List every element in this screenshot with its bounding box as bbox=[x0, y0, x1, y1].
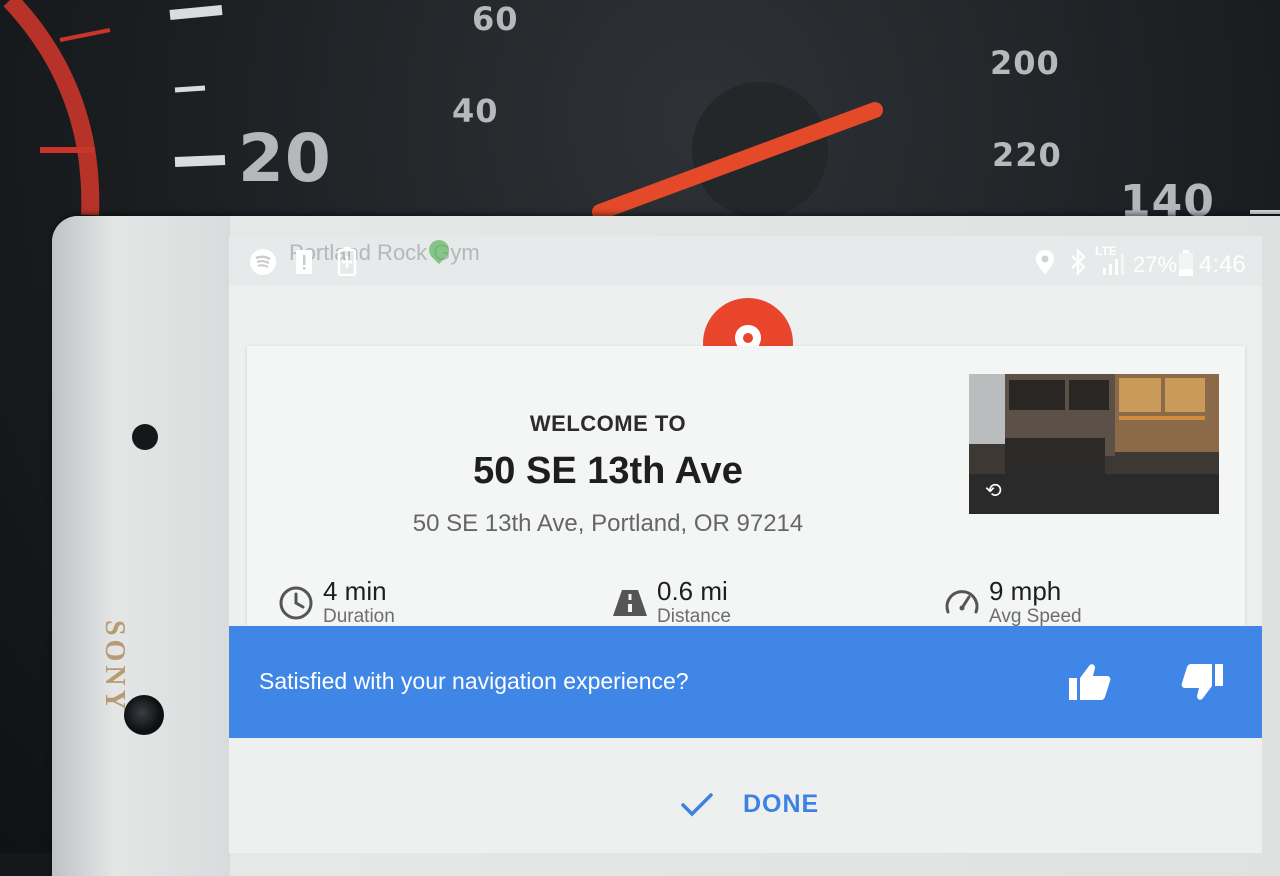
phone-brand-logo: SONY bbox=[99, 620, 130, 714]
checkmark-icon bbox=[681, 793, 713, 817]
feedback-banner: Satisfied with your navigation experienc… bbox=[229, 626, 1262, 738]
speedometer-icon bbox=[945, 590, 979, 614]
gauge-cluster bbox=[3, 0, 1280, 220]
road-icon bbox=[613, 590, 647, 616]
phone-bezel: SONY bbox=[52, 216, 230, 876]
street-view-image bbox=[969, 374, 1219, 514]
clock-time: 4:46 bbox=[1199, 251, 1246, 278]
battery-icon bbox=[1179, 250, 1193, 276]
duration-value: 4 min bbox=[323, 576, 387, 606]
signal-icon bbox=[1103, 254, 1124, 275]
destination-address: 50 SE 13th Ave, Portland, OR 97214 bbox=[412, 510, 804, 537]
feedback-question: Satisfied with your navigation experienc… bbox=[259, 668, 689, 694]
location-icon bbox=[1036, 250, 1054, 274]
battery-saver-icon bbox=[337, 247, 357, 276]
thumbs-down-icon[interactable] bbox=[1179, 660, 1225, 704]
thumbs-up-icon[interactable] bbox=[1067, 660, 1113, 704]
done-label: DONE bbox=[743, 789, 820, 818]
done-button[interactable]: DONE bbox=[679, 784, 819, 824]
distance-label: Distance bbox=[657, 606, 731, 627]
bluetooth-icon bbox=[1071, 249, 1086, 275]
street-view-thumbnail[interactable]: ⟲ bbox=[969, 374, 1219, 514]
avg-speed-stat: 9 mph Avg Speed bbox=[943, 574, 1143, 627]
avg-speed-value: 9 mph bbox=[989, 576, 1062, 606]
distance-stat: 0.6 mi Distance bbox=[611, 574, 811, 627]
tachometer-label: 220 bbox=[992, 136, 1062, 174]
proximity-sensor bbox=[132, 424, 158, 450]
destination-title: 50 SE 13th Ave bbox=[473, 450, 743, 492]
phone-screen: Portland Rock Gym LTE 27% 4:46 WELCOME T… bbox=[229, 236, 1262, 853]
rotate-360-icon: ⟲ bbox=[985, 480, 1002, 502]
speedometer-label: 40 bbox=[452, 92, 499, 130]
speedometer-label: 20 bbox=[238, 120, 332, 197]
tachometer-label: 200 bbox=[990, 44, 1060, 82]
battery-percent: 27% bbox=[1133, 252, 1178, 277]
duration-label: Duration bbox=[323, 606, 395, 627]
clock-icon bbox=[279, 586, 313, 620]
welcome-label: WELCOME TO bbox=[529, 411, 687, 436]
distance-value: 0.6 mi bbox=[657, 576, 728, 606]
map-place-label: Portland Rock Gym bbox=[289, 240, 480, 265]
front-camera bbox=[124, 695, 164, 735]
status-bar: Portland Rock Gym LTE 27% 4:46 bbox=[229, 236, 1262, 286]
alert-icon bbox=[296, 250, 312, 274]
duration-stat: 4 min Duration bbox=[277, 574, 477, 627]
spotify-icon bbox=[250, 249, 276, 275]
avg-speed-label: Avg Speed bbox=[989, 606, 1082, 627]
speedometer-label: 60 bbox=[472, 0, 519, 38]
